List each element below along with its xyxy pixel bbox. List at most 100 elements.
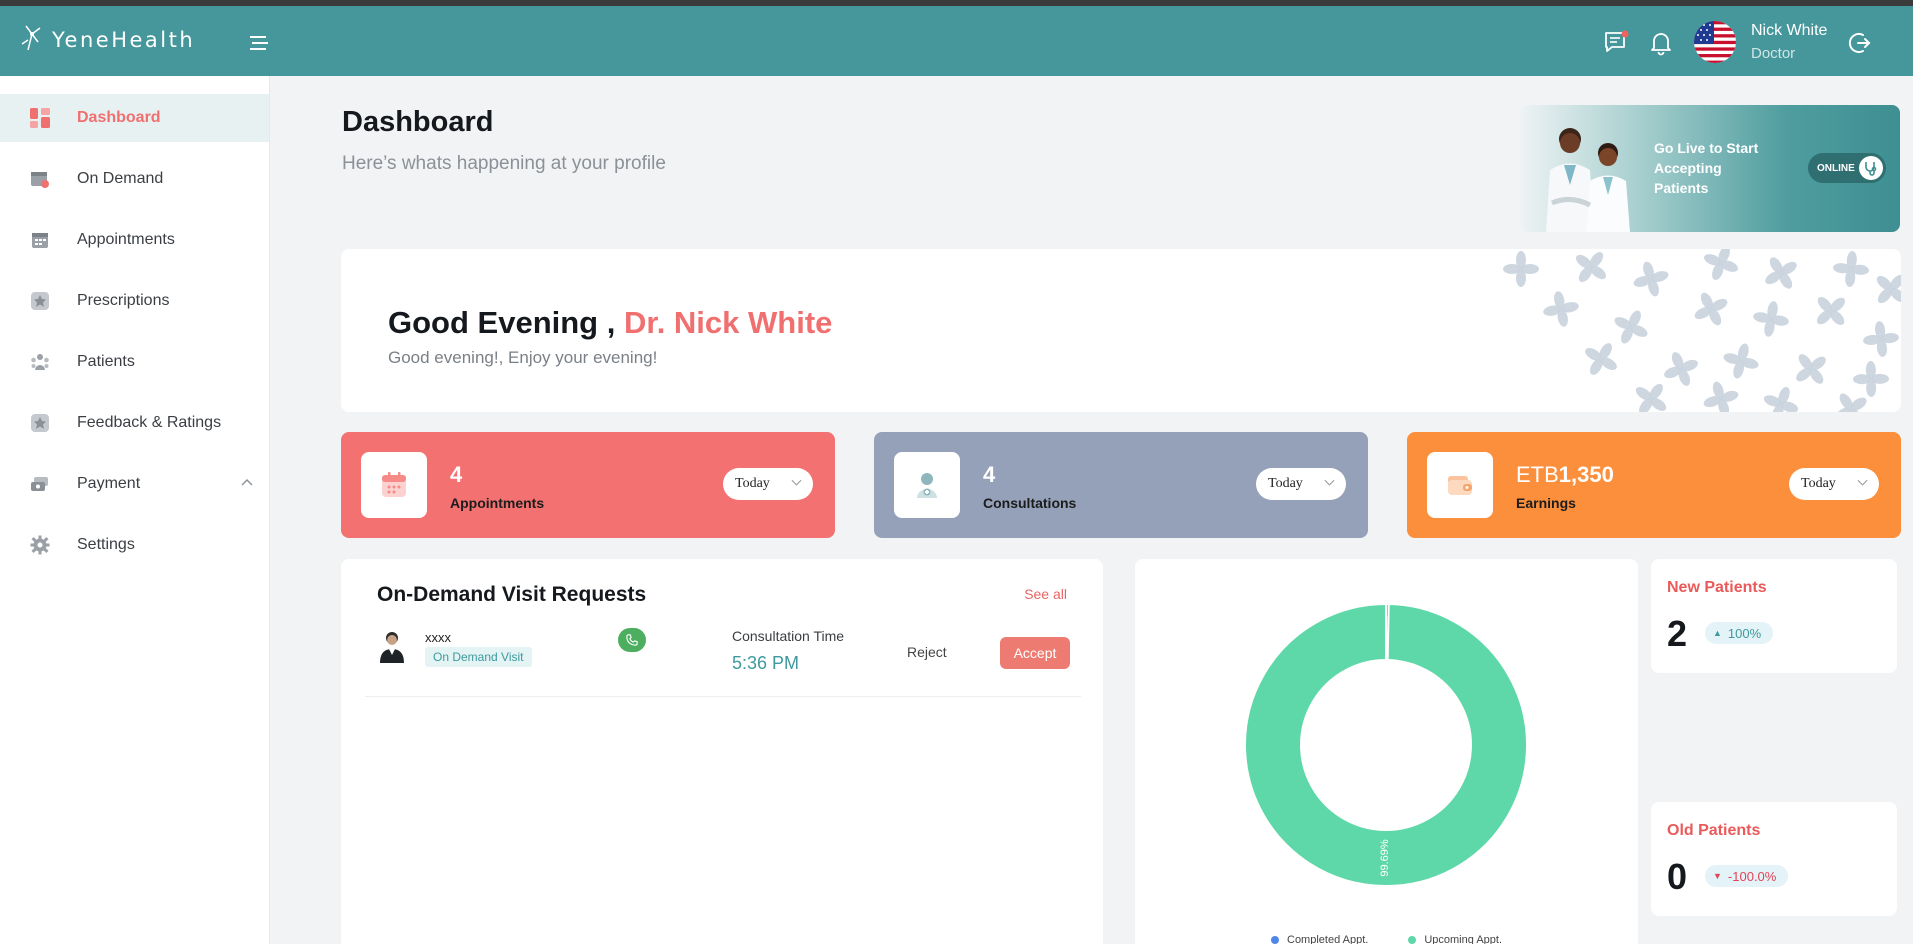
user-role: Doctor xyxy=(1751,45,1796,62)
prescription-icon xyxy=(28,289,52,313)
sidebar-item-label: Prescriptions xyxy=(77,292,170,309)
logout-icon[interactable] xyxy=(1847,30,1873,56)
hamburger-menu-icon[interactable] xyxy=(250,34,270,52)
calendar-icon xyxy=(28,228,52,252)
pattern-leaf xyxy=(1614,310,1648,344)
user-name: Nick White xyxy=(1751,22,1828,39)
patients-icon xyxy=(28,350,52,374)
pattern-leaf xyxy=(1876,274,1901,304)
old-patients-card: Old Patients 0 ▼ -100.0% xyxy=(1651,802,1897,916)
sidebar-item-payment[interactable]: Payment xyxy=(0,460,269,508)
page-subtitle: Here’s whats happening at your profile xyxy=(342,153,666,174)
phone-call-button[interactable] xyxy=(618,628,646,652)
sidebar-item-on-demand[interactable]: On Demand xyxy=(0,155,269,203)
legend-item-upcoming[interactable]: Upcoming Appt. xyxy=(1408,934,1502,944)
accept-button[interactable]: Accept xyxy=(1000,637,1070,669)
go-live-card: Go Live to Start Accepting Patients ONLI… xyxy=(1520,105,1900,232)
doctors-illustration xyxy=(1546,128,1630,232)
new-patients-title: New Patients xyxy=(1667,579,1767,596)
sidebar-item-patients[interactable]: Patients xyxy=(0,338,269,386)
donut-slice-label-1: 99.69% xyxy=(1379,839,1391,877)
reject-button[interactable]: Reject xyxy=(907,644,947,660)
sidebar-item-label: Settings xyxy=(77,536,135,553)
consultation-time-label: Consultation Time xyxy=(732,628,845,644)
pattern-leaf xyxy=(1704,249,1738,280)
pattern-leaf xyxy=(1723,343,1759,379)
sidebar-item-prescriptions[interactable]: Prescriptions xyxy=(0,277,269,325)
earnings-stat-card: ETB1,350 Earnings Today xyxy=(1407,432,1901,538)
period-select-value: Today xyxy=(1801,476,1836,491)
pattern-leaf xyxy=(1765,257,1797,289)
pattern-leaf xyxy=(1703,381,1739,412)
pattern-leaf xyxy=(1853,361,1889,397)
stethoscope-icon xyxy=(1859,156,1883,180)
sidebar-item-feedback-ratings[interactable]: Feedback & Ratings xyxy=(0,399,269,447)
star-badge-icon xyxy=(28,411,52,435)
pattern-leaf xyxy=(1753,301,1789,337)
chevron-up-icon[interactable] xyxy=(241,478,253,486)
app-logo[interactable]: YeneHealth xyxy=(18,20,195,60)
online-toggle[interactable]: ONLINE xyxy=(1808,153,1886,183)
legend-item-completed[interactable]: Completed Appt. xyxy=(1271,934,1368,944)
wallet-icon xyxy=(1427,452,1493,518)
sidebar-item-label: Patients xyxy=(77,353,135,370)
period-select-value: Today xyxy=(1268,476,1303,491)
legend-swatch-completed xyxy=(1271,936,1279,944)
sidebar-item-appointments[interactable]: Appointments xyxy=(0,216,269,264)
decorative-leaf-pattern xyxy=(1503,249,1901,412)
patient-avatar[interactable] xyxy=(377,629,407,663)
pattern-leaf xyxy=(1796,354,1826,384)
logo-text: YeneHealth xyxy=(52,28,196,52)
pattern-leaf xyxy=(1635,383,1667,412)
visit-type-badge: On Demand Visit xyxy=(425,647,532,667)
pattern-leaf xyxy=(1763,386,1799,412)
earnings-period-select[interactable]: Today xyxy=(1789,468,1879,500)
new-patients-count: 2 xyxy=(1667,613,1688,654)
sidebar-item-label: On Demand xyxy=(77,170,164,187)
legend-swatch-upcoming xyxy=(1408,936,1417,944)
pattern-leaf xyxy=(1694,292,1728,326)
old-patients-change-badge: ▼ -100.0% xyxy=(1705,865,1789,887)
consultations-label: Consultations xyxy=(983,495,1077,511)
phone-icon xyxy=(626,634,638,646)
gear-icon xyxy=(28,533,52,557)
earnings-label: Earnings xyxy=(1516,495,1576,511)
earnings-currency: ETB xyxy=(1516,462,1559,487)
sidebar: Dashboard On Demand Appointments Prescri… xyxy=(0,76,270,944)
payment-icon xyxy=(28,472,52,496)
greeting-heading: Good Evening , Dr. Nick White xyxy=(388,305,832,341)
chevron-down-icon xyxy=(1857,479,1868,486)
sidebar-item-dashboard[interactable]: Dashboard xyxy=(0,94,269,142)
chevron-down-icon xyxy=(1324,479,1335,486)
logo-mark-icon xyxy=(21,25,41,51)
top-header: YeneHealth Nick White Doctor xyxy=(0,6,1913,76)
sidebar-item-label: Appointments xyxy=(77,231,175,248)
consultations-period-select[interactable]: Today xyxy=(1256,468,1346,500)
triangle-down-icon: ▼ xyxy=(1713,871,1722,881)
messages-icon[interactable] xyxy=(1603,30,1629,56)
pattern-leaf xyxy=(1633,261,1669,297)
earnings-value: 1,350 xyxy=(1558,462,1614,487)
user-avatar[interactable] xyxy=(1694,21,1736,63)
pattern-leaf xyxy=(1833,251,1869,287)
request-row: xxxx On Demand Visit Consultation Time 5… xyxy=(365,627,1081,697)
consultations-stat-card: 4 Consultations Today xyxy=(874,432,1368,538)
sidebar-item-label: Feedback & Ratings xyxy=(77,414,222,431)
chevron-down-icon xyxy=(791,479,802,486)
page-title: Dashboard xyxy=(342,106,494,138)
doctor-consultation-icon xyxy=(894,452,960,518)
notification-bell-icon[interactable] xyxy=(1648,30,1674,56)
legend-label-upcoming: Upcoming Appt. xyxy=(1424,934,1502,944)
dashboard-icon xyxy=(28,106,52,130)
pattern-leaf xyxy=(1576,252,1606,282)
new-patients-change: 100% xyxy=(1727,625,1762,641)
appointments-period-select[interactable]: Today xyxy=(723,468,813,500)
sidebar-item-settings[interactable]: Settings xyxy=(0,521,269,569)
pattern-leaf xyxy=(1543,291,1579,327)
pattern-leaf xyxy=(1817,297,1845,325)
see-all-link[interactable]: See all xyxy=(1024,586,1067,602)
old-patients-change: -100.0% xyxy=(1727,868,1777,884)
requests-title: On-Demand Visit Requests xyxy=(377,583,647,606)
calendar-clock-icon xyxy=(28,167,52,191)
greeting-doctor-name: Dr. Nick White xyxy=(623,305,833,340)
